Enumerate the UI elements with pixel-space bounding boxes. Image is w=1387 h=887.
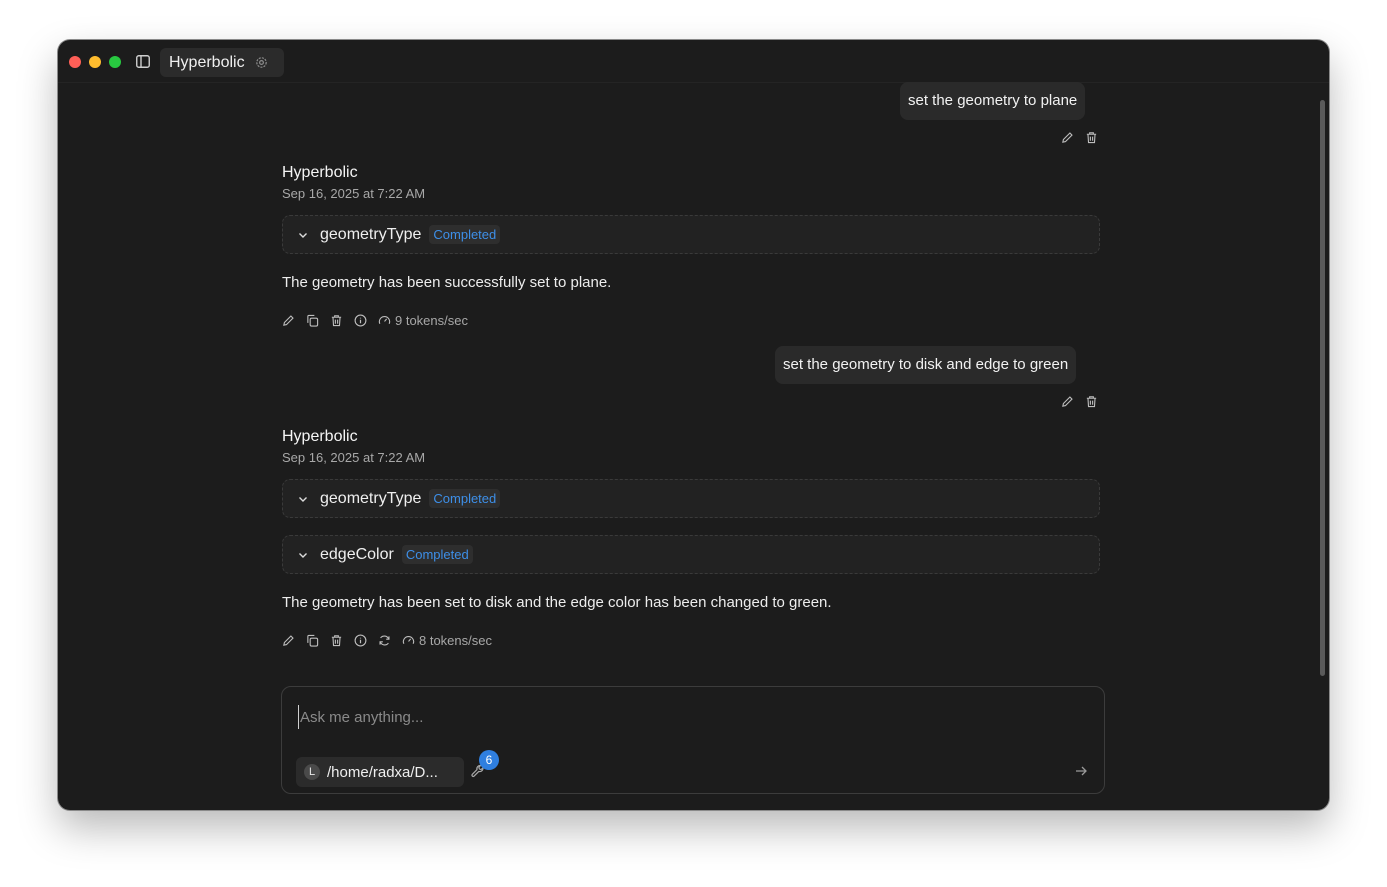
arrow-right-icon[interactable] [1074,764,1088,778]
chevron-down-icon [299,552,307,558]
assistant-name: Hyperbolic [282,164,358,181]
tools-count-badge: 6 [479,750,499,770]
tool-name: geometryType [320,225,422,243]
app-window: Hyperbolic set the geometry to plane Hyp… [58,40,1329,810]
minimize-window-button[interactable] [89,56,101,68]
status-badge: Completed [401,545,473,564]
trash-icon[interactable] [1085,131,1098,144]
close-window-button[interactable] [69,56,81,68]
user-message-actions [1061,395,1098,408]
message-timestamp: Sep 16, 2025 at 7:22 AM [282,450,426,465]
pencil-icon[interactable] [1061,395,1074,408]
pencil-icon[interactable] [1061,131,1074,144]
assistant-actions: 9 tokens/sec [282,313,468,328]
sidebar-icon[interactable] [136,55,150,68]
app-title: Hyperbolic [169,53,245,71]
message-timestamp: Sep 16, 2025 at 7:22 AM [282,186,426,201]
tool-call-edge-color[interactable]: edgeColor Completed [282,535,1100,574]
chat-scrollbar[interactable] [1320,100,1325,676]
working-directory-path: /home/radxa/D... [327,763,438,781]
message-composer: L /home/radxa/D... 6 [281,686,1105,794]
info-icon[interactable] [354,634,367,647]
assistant-name: Hyperbolic [282,428,358,445]
assistant-actions: 8 tokens/sec [282,633,492,648]
chevron-down-icon [299,232,307,238]
pencil-icon[interactable] [282,314,295,327]
assistant-response: The geometry has been set to disk and th… [282,594,832,611]
tokens-per-second-value: 8 tokens/sec [419,633,492,648]
user-message-text: set the geometry to plane [908,92,1078,109]
tool-name: edgeColor [320,545,394,563]
chat-input[interactable] [298,705,1062,729]
status-badge: Completed [429,489,501,508]
working-directory-chip[interactable]: L /home/radxa/D... [296,757,464,787]
trash-icon[interactable] [330,634,343,647]
user-message: set the geometry to plane [900,82,1086,120]
copy-icon[interactable] [306,634,319,647]
trash-icon[interactable] [330,314,343,327]
user-message-text: set the geometry to disk and edge to gre… [783,356,1069,373]
chevron-down-icon [299,496,307,502]
assistant-response: The geometry has been successfully set t… [282,274,612,291]
tokens-per-second-value: 9 tokens/sec [395,313,468,328]
user-message: set the geometry to disk and edge to gre… [775,346,1077,384]
gear-icon[interactable] [254,55,269,70]
tool-call-geometry-type[interactable]: geometryType Completed [282,479,1100,518]
info-icon[interactable] [354,314,367,327]
tokens-per-second: 9 tokens/sec [378,313,468,328]
trash-icon[interactable] [1085,395,1098,408]
gauge-icon [402,636,415,644]
title-bar: Hyperbolic [58,40,1329,83]
tokens-per-second: 8 tokens/sec [402,633,492,648]
pencil-icon[interactable] [282,634,295,647]
app-title-tab[interactable]: Hyperbolic [160,48,284,77]
user-message-actions [1061,131,1098,144]
copy-icon[interactable] [306,314,319,327]
refresh-icon[interactable] [378,634,391,647]
zoom-window-button[interactable] [109,56,121,68]
gauge-icon [378,316,391,324]
status-badge: Completed [429,225,501,244]
tool-name: geometryType [320,489,422,507]
path-initial: L [304,764,320,780]
tool-call-geometry-type[interactable]: geometryType Completed [282,215,1100,254]
